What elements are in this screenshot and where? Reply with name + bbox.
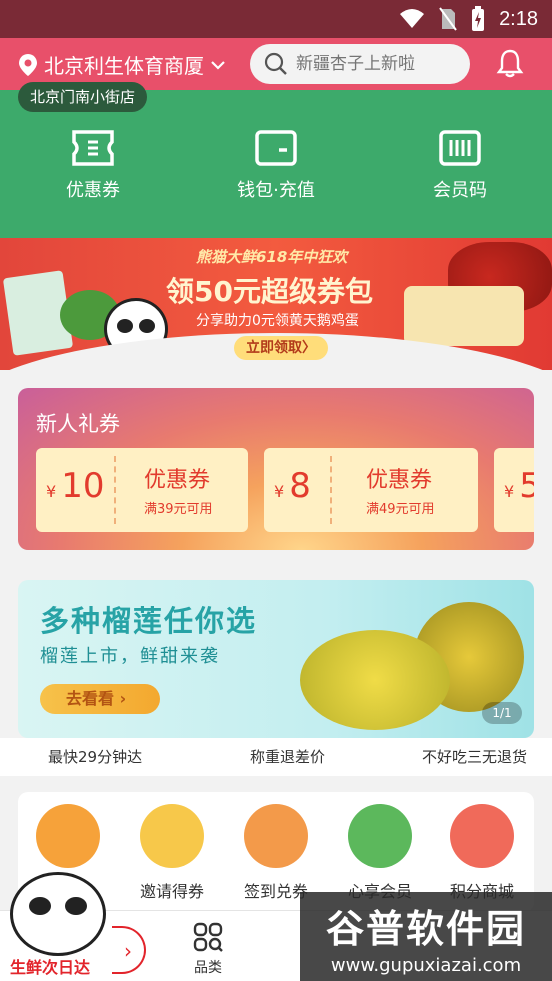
group-buy-icon (36, 804, 100, 868)
store-badge[interactable]: 北京门南小街店 (18, 82, 148, 112)
go-see-button[interactable]: 去看看 › (40, 684, 160, 714)
tab-category-label: 品类 (194, 960, 222, 976)
new-user-coupons-card: 新人礼券 ¥ 10 优惠券 满39元可用 ¥ 8 优惠券 满49元可用 ¥ 5 (18, 388, 534, 550)
watermark-url: www.gupuxiazai.com (330, 955, 522, 976)
coupon-item[interactable]: ¥ 8 优惠券 满49元可用 (264, 448, 478, 532)
app-screen: 2:18 北京利生体育商厦 北京门南小街店 优惠券 钱包·充值 会员码 (0, 0, 552, 981)
feature-points-mall[interactable]: 积分商城 (432, 804, 532, 902)
promo-subtitle: 分享助力0元领黄天鹅鸡蛋 (196, 313, 359, 329)
coupon-condition: 满49元可用 (366, 502, 435, 517)
feature-vip[interactable]: 心享会员 (330, 804, 430, 902)
clock: 2:18 (499, 7, 538, 30)
chevron-right-icon: › (112, 926, 146, 974)
fresh-next-day-label: 生鲜次日达 (10, 958, 91, 977)
tab-category[interactable]: 品类 (184, 921, 232, 977)
coupon-condition: 满39元可用 (144, 502, 213, 517)
panda-mascot-icon (10, 872, 106, 956)
watermark: 谷普软件园 www.gupuxiazai.com (300, 892, 552, 981)
vip-icon (348, 804, 412, 868)
status-bar: 2:18 (0, 0, 552, 38)
coupon-amount: ¥ 8 (274, 466, 311, 506)
promise-weight-refund: 称重退差价 (250, 748, 326, 766)
barcode-icon (439, 130, 481, 166)
coupon-type: 优惠券 (144, 468, 211, 493)
eggs-image (404, 286, 524, 346)
coupon-amount: ¥ 5 (504, 466, 534, 506)
invite-coupon-icon (140, 804, 204, 868)
search-input[interactable] (296, 54, 456, 74)
quick-action-member-code[interactable]: 会员码 (400, 128, 520, 202)
quick-action-label: 优惠券 (66, 180, 120, 201)
claim-now-button[interactable]: 立即领取〉 (234, 336, 328, 360)
promo-banner[interactable]: 熊猫大鲜618年中狂欢 领50元超级券包 分享助力0元领黄天鹅鸡蛋 立即领取〉 (0, 238, 552, 370)
battery-charging-icon (472, 6, 485, 31)
durian-title: 多种榴莲任你选 (40, 604, 258, 638)
chevron-down-icon (211, 60, 225, 70)
quick-action-coupons[interactable]: 优惠券 (33, 128, 153, 202)
promise-fast-delivery: 最快29分钟达 (48, 748, 143, 766)
watermark-title: 谷普软件园 (325, 907, 526, 951)
quick-actions-panel: 优惠券 钱包·充值 会员码 (0, 90, 552, 238)
wallet-icon (255, 130, 297, 166)
promise-quality-return: 不好吃三无退货 (422, 748, 528, 766)
fresh-next-day-button[interactable]: › 生鲜次日达 (0, 864, 150, 981)
points-mall-icon (450, 804, 514, 868)
wifi-icon (400, 9, 425, 28)
service-promises: 最快29分钟达 称重退差价 不好吃三无退货 (0, 738, 552, 776)
coupon-icon (72, 130, 114, 166)
checkin-icon (244, 804, 308, 868)
coupon-item[interactable]: ¥ 10 优惠券 满39元可用 (36, 448, 248, 532)
location-name: 北京利生体育商厦 (44, 54, 204, 78)
location-selector[interactable]: 北京利生体育商厦 (18, 50, 226, 79)
chevron-right-icon: › (119, 689, 127, 708)
banner-pager: 1/1 (482, 702, 522, 724)
promo-headline: 领50元超级券包 (166, 275, 373, 308)
go-see-label: 去看看 (66, 689, 115, 708)
coupon-type: 优惠券 (366, 468, 433, 493)
coupon-item[interactable]: ¥ 5 (494, 448, 534, 532)
durian-subtitle: 榴莲上市，鲜甜来袭 (40, 646, 220, 667)
durian-banner[interactable]: 多种榴莲任你选 榴莲上市，鲜甜来袭 去看看 › 1/1 (18, 580, 534, 738)
no-sim-icon (439, 7, 457, 31)
quick-action-label: 会员码 (433, 180, 487, 201)
coupon-divider (330, 456, 332, 524)
coupon-divider (114, 456, 116, 524)
category-grid-icon (193, 922, 223, 952)
location-pin-icon (19, 53, 37, 76)
durian-image (300, 630, 450, 730)
feature-checkin[interactable]: 签到兑券 (226, 804, 326, 902)
coupons-title: 新人礼券 (36, 412, 120, 436)
bell-icon[interactable] (496, 48, 524, 78)
coupon-amount: ¥ 10 (46, 466, 105, 506)
search-box[interactable] (250, 44, 470, 84)
search-icon (264, 52, 287, 75)
promo-event-title: 熊猫大鲜618年中狂欢 (196, 248, 348, 266)
quick-action-wallet[interactable]: 钱包·充值 (216, 128, 336, 202)
quick-action-label: 钱包·充值 (237, 180, 315, 201)
